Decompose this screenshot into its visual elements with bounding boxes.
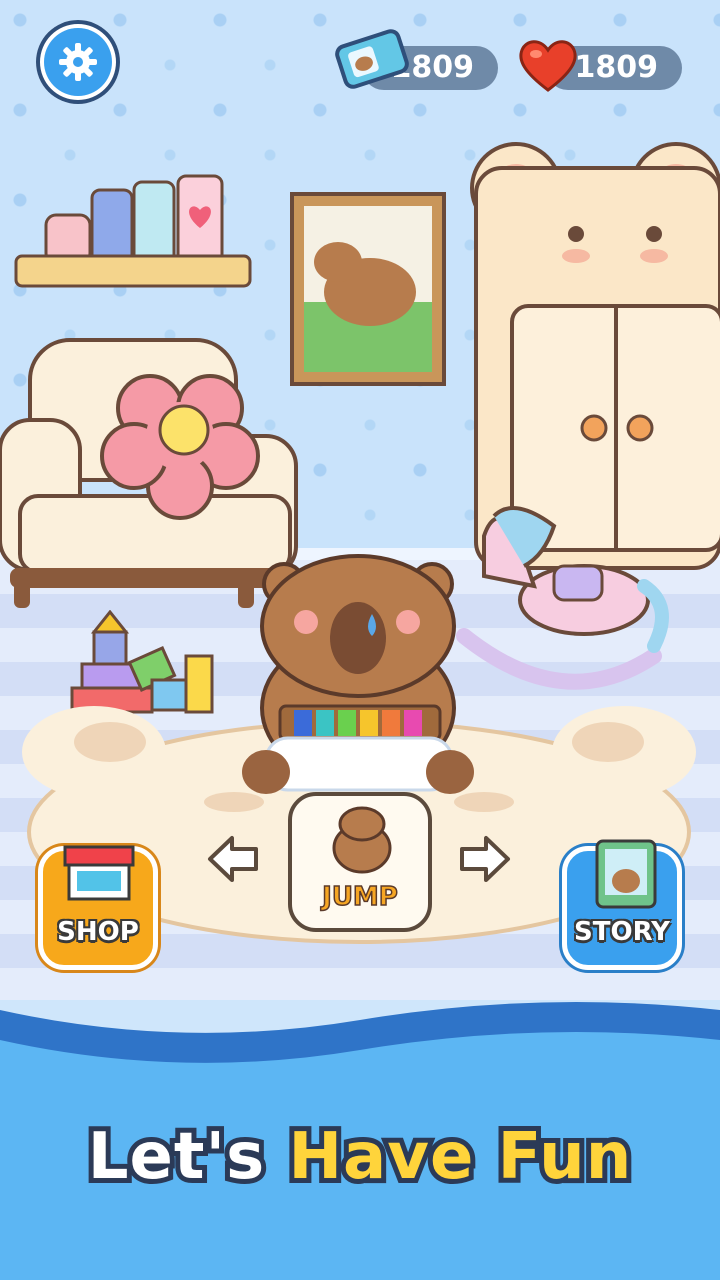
story-book-icon [595,839,657,909]
hearts-value: 1809 [574,50,659,85]
rocking-horse [456,506,669,690]
action-label: JUMP [321,881,398,913]
heart-icon [519,40,577,92]
capybara-jump-icon [332,806,392,874]
banner-text-2: Have Fun [283,1115,636,1199]
arrow-left-icon[interactable] [206,832,260,886]
banner-title: Let's Have Fun [0,1115,720,1199]
arrow-right-icon[interactable] [458,832,512,886]
action-card-jump[interactable]: JUMP [288,792,432,932]
shop-icon [63,845,135,901]
story-button[interactable]: STORY [562,839,682,970]
gear-icon [59,43,97,81]
game-room: JUMP SHOP STORY [0,0,720,1000]
shop-label: SHOP [57,917,139,947]
bath-shelf [14,174,252,288]
wave-divider [0,1002,720,1090]
story-label: STORY [574,917,670,947]
shop-button[interactable]: SHOP [38,845,158,970]
capybara-character[interactable] [236,548,482,800]
banner-text-1: Let's [83,1115,269,1199]
capybara-painting [290,192,446,386]
settings-button[interactable] [36,20,120,104]
ticket-icon [335,29,409,89]
